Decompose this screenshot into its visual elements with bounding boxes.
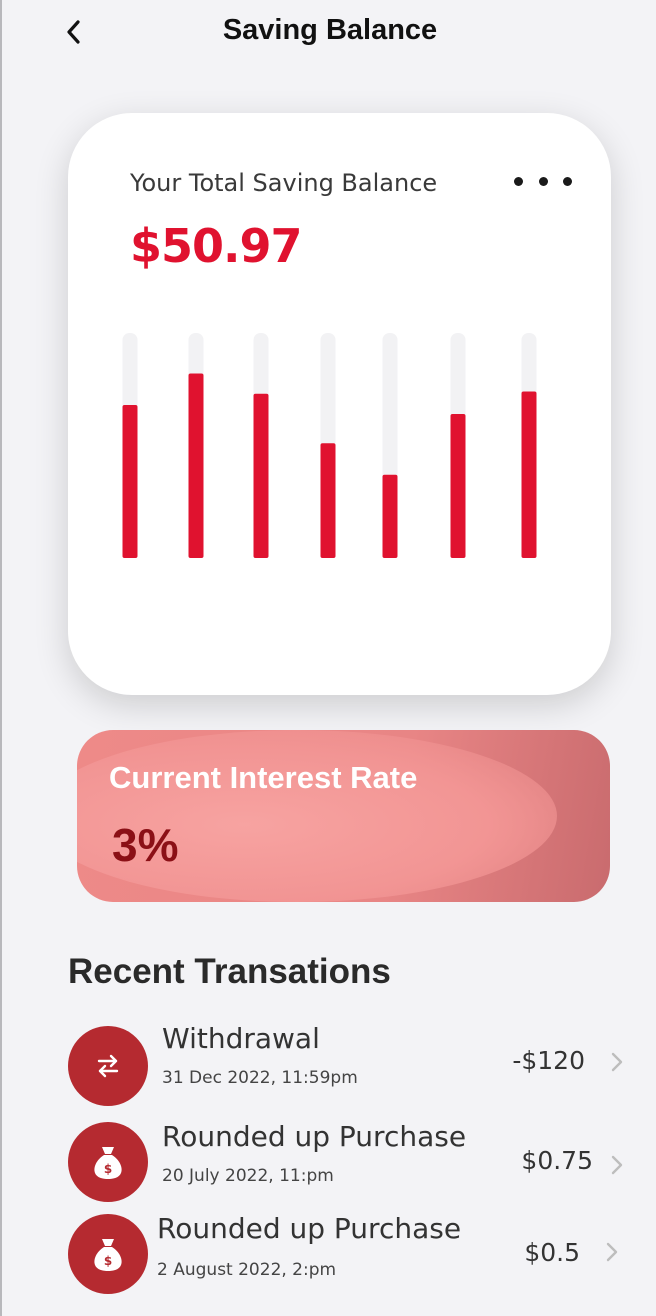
transaction-title: Rounded up Purchase bbox=[157, 1212, 462, 1245]
transaction-row[interactable]: $ Rounded up Purchase 20 July 2022, 11:p… bbox=[2, 1120, 656, 1212]
transaction-amount: $0.75 bbox=[521, 1146, 593, 1175]
transaction-date: 31 Dec 2022, 11:59pm bbox=[162, 1068, 358, 1088]
transaction-amount: $0.5 bbox=[524, 1238, 580, 1267]
transaction-title: Withdrawal bbox=[162, 1022, 320, 1055]
chart-bar bbox=[188, 373, 204, 558]
money-bag-icon: $ bbox=[68, 1214, 148, 1294]
transaction-amount: -$120 bbox=[512, 1046, 585, 1075]
header: Saving Balance bbox=[2, 0, 656, 64]
transaction-date: 2 August 2022, 2:pm bbox=[157, 1260, 337, 1280]
transaction-row[interactable]: Withdrawal 31 Dec 2022, 11:59pm -$120 bbox=[2, 1022, 656, 1114]
recent-transactions-title: Recent Transations bbox=[68, 952, 391, 991]
chevron-right-icon bbox=[607, 1047, 627, 1077]
svg-text:$: $ bbox=[104, 1162, 112, 1176]
interest-rate-value: 3% bbox=[112, 819, 179, 871]
chart-bar bbox=[450, 414, 466, 558]
chevron-right-icon bbox=[602, 1237, 622, 1267]
interest-rate-card[interactable]: Current Interest Rate 3% bbox=[77, 730, 610, 902]
chart-bar bbox=[382, 474, 398, 558]
page-title: Saving Balance bbox=[222, 14, 438, 46]
transaction-date: 20 July 2022, 11:pm bbox=[162, 1166, 334, 1186]
svg-text:$: $ bbox=[104, 1254, 112, 1268]
chart-bar bbox=[122, 405, 138, 558]
transfer-arrows-icon bbox=[68, 1026, 148, 1106]
balance-card: Your Total Saving Balance $50.97 bbox=[68, 113, 611, 695]
transaction-title: Rounded up Purchase bbox=[162, 1120, 467, 1153]
money-bag-icon: $ bbox=[68, 1122, 148, 1202]
chart-bar bbox=[320, 443, 336, 558]
chevron-right-icon bbox=[607, 1150, 627, 1180]
chart-bar bbox=[521, 391, 537, 558]
savings-bar-chart bbox=[122, 333, 537, 558]
interest-rate-label: Current Interest Rate bbox=[109, 760, 418, 795]
chart-bar bbox=[253, 393, 269, 558]
transaction-row[interactable]: $ Rounded up Purchase 2 August 2022, 2:p… bbox=[2, 1212, 656, 1304]
